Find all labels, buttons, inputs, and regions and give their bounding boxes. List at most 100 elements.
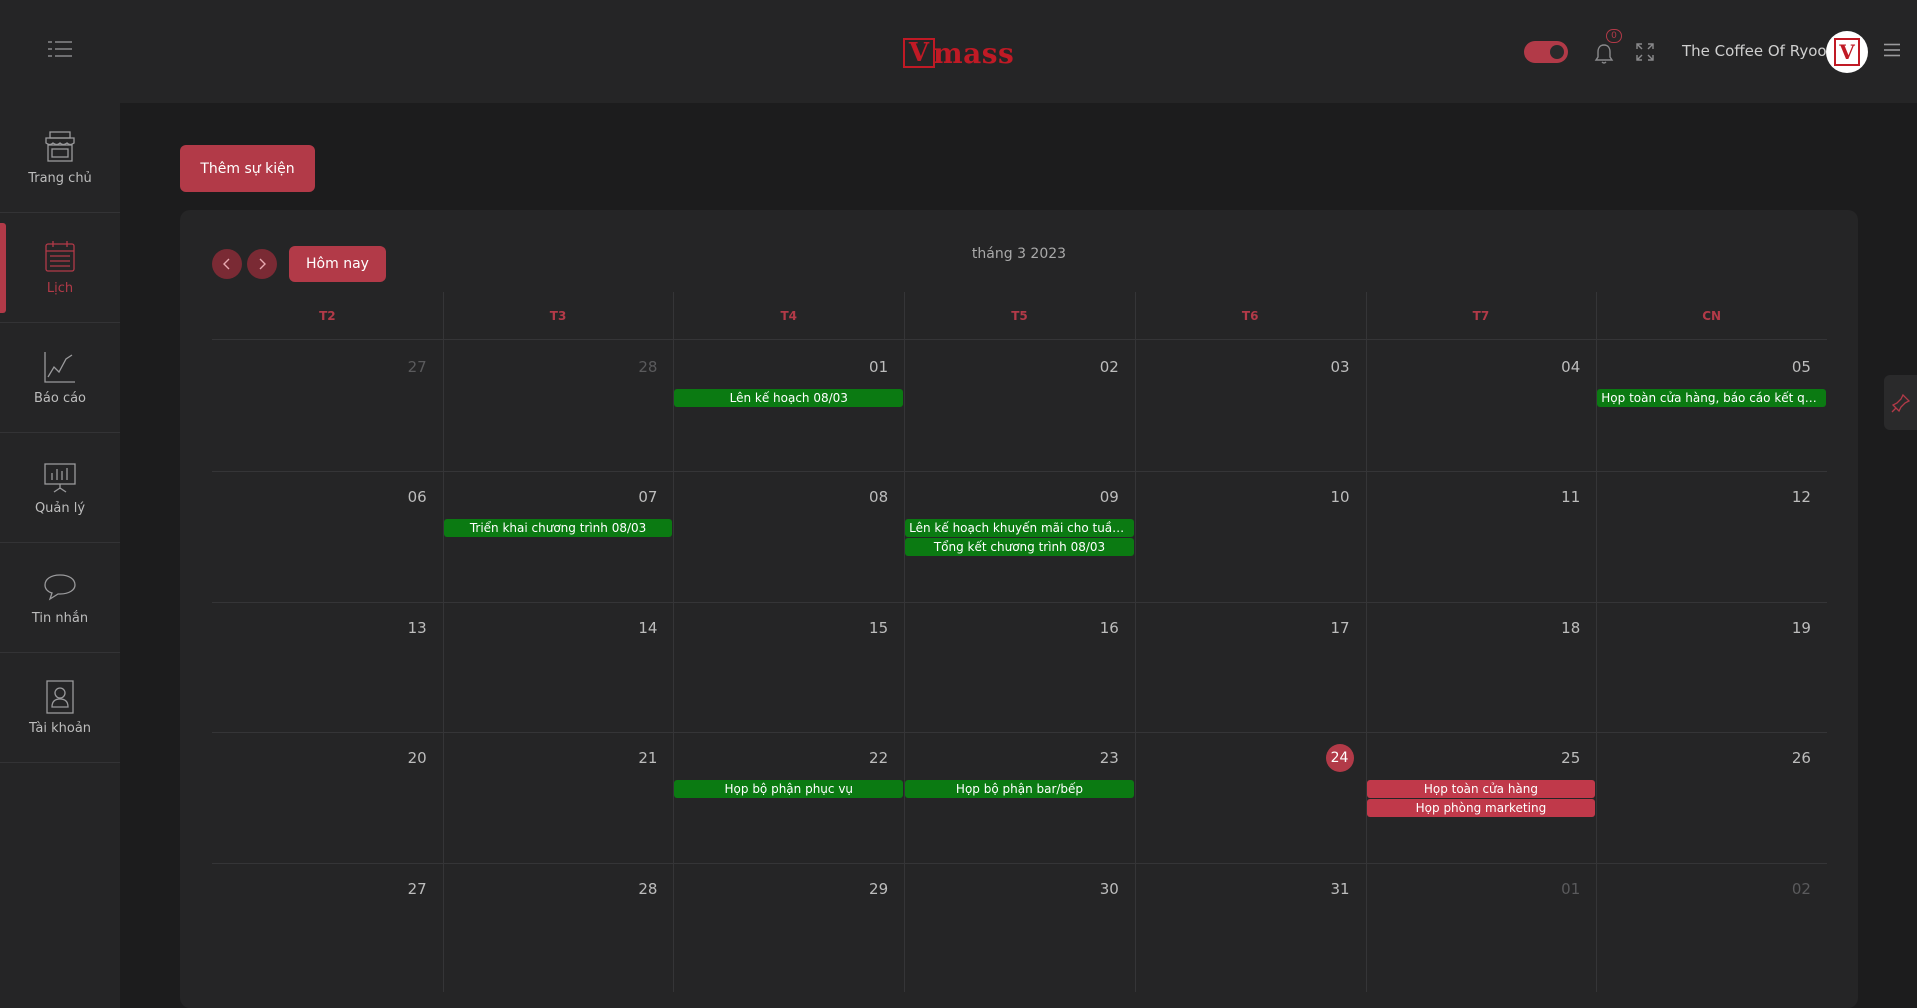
day-number: 20 <box>407 749 427 768</box>
calendar-event[interactable]: Triển khai chương trình 08/03 <box>443 519 673 538</box>
day-number: 19 <box>1791 618 1811 637</box>
day-number: 06 <box>407 488 427 507</box>
top-header: V mass 0 The Coffee Of Ryoo V <box>0 0 1917 103</box>
day-number: 02 <box>1099 358 1119 376</box>
fullscreen-icon[interactable] <box>1635 42 1655 62</box>
calendar-day-cell[interactable]: 18 <box>1366 602 1597 732</box>
calendar-event[interactable]: Họp toàn cửa hàng <box>1366 780 1596 799</box>
bell-icon[interactable] <box>1594 43 1614 65</box>
calendar-nav: Hôm nay <box>212 246 386 282</box>
calendar-day-cell[interactable]: 31 <box>1135 863 1366 993</box>
day-number: 01 <box>1561 879 1581 898</box>
calendar-event[interactable]: Lên kế hoạch khuyến mãi cho tuần 3/t... <box>905 519 1134 538</box>
day-number: 17 <box>1330 618 1350 637</box>
calendar-day-cell[interactable]: 28 <box>443 341 674 471</box>
calendar-event[interactable]: Tổng kết chương trình 08/03 <box>905 538 1134 557</box>
chevron-left-icon <box>223 258 230 270</box>
sidebar-item-label: Trang chủ <box>28 171 92 186</box>
toggle-knob <box>1550 45 1564 59</box>
calendar-day-cell[interactable]: 30 <box>904 863 1135 993</box>
calendar-day-cell[interactable]: 06 <box>212 471 443 601</box>
calendar-day-cell[interactable]: 10 <box>1135 471 1366 601</box>
calendar-day-cell[interactable]: 29 <box>673 863 904 993</box>
calendar-day-cell[interactable]: 11 <box>1366 471 1597 601</box>
sidebar-item-label: Tin nhắn <box>31 611 89 626</box>
calendar-day-cell[interactable]: 17 <box>1135 602 1366 732</box>
sidebar-item-calendar[interactable]: Lịch <box>0 213 120 323</box>
day-number: 03 <box>1330 358 1350 376</box>
calendar-event[interactable]: Họp phòng marketing <box>1366 799 1596 818</box>
account-icon <box>46 680 74 714</box>
presentation-icon <box>44 463 76 493</box>
shop-name[interactable]: The Coffee Of Ryoo <box>1682 42 1827 60</box>
calendar-event[interactable]: Lên kế hoạch 08/03 <box>674 389 904 407</box>
calendar-day-cell[interactable]: 24 <box>1135 732 1366 862</box>
day-number: 25 <box>1561 749 1581 768</box>
calendar-day-cell[interactable]: 15 <box>673 602 904 732</box>
day-number: 28 <box>638 358 658 376</box>
today-button[interactable]: Hôm nay <box>289 246 386 282</box>
sidebar-item-messages[interactable]: Tin nhắn <box>0 543 120 653</box>
day-number: 14 <box>638 618 658 637</box>
day-number: 28 <box>638 879 658 898</box>
brand-logo[interactable]: V mass <box>903 36 1014 70</box>
avatar[interactable]: V <box>1826 31 1868 73</box>
calendar-day-cell[interactable]: 19 <box>1596 602 1827 732</box>
calendar-day-cell[interactable]: 16 <box>904 602 1135 732</box>
day-number: 07 <box>638 488 658 507</box>
day-number: 15 <box>869 618 889 637</box>
calendar-day-cell[interactable]: 08 <box>673 471 904 601</box>
avatar-logo: V <box>1834 38 1860 66</box>
calendar-day-cell[interactable]: 02 <box>904 341 1135 471</box>
calendar-day-cell[interactable]: 27 <box>212 341 443 471</box>
sidebar-item-management[interactable]: Quản lý <box>0 433 120 543</box>
calendar-event[interactable]: Họp bộ phận phục vụ <box>674 780 904 799</box>
calendar-day-cell[interactable]: 21 <box>443 732 674 862</box>
day-number: 23 <box>1099 749 1119 768</box>
calendar-day-cell[interactable]: 02 <box>1596 863 1827 993</box>
day-number: 30 <box>1099 879 1119 898</box>
theme-toggle[interactable] <box>1524 41 1568 63</box>
weekday-header: T6 <box>1241 309 1259 323</box>
day-number: 01 <box>869 358 889 376</box>
chart-icon <box>44 352 75 383</box>
next-month-button[interactable] <box>247 249 277 279</box>
calendar-icon <box>45 241 75 272</box>
calendar-day-cell[interactable]: 26 <box>1596 732 1827 862</box>
logo-letter: V <box>908 38 930 68</box>
sidebar-item-label: Báo cáo <box>33 391 87 406</box>
calendar-day-cell[interactable]: 04 <box>1366 341 1597 471</box>
calendar-day-cell[interactable]: 13 <box>212 602 443 732</box>
day-number: 27 <box>407 879 427 898</box>
calendar-day-cell[interactable]: 01 <box>1366 863 1597 993</box>
calendar-day-cell[interactable]: 03 <box>1135 341 1366 471</box>
calendar-day-cell[interactable]: 20 <box>212 732 443 862</box>
day-number: 22 <box>869 749 889 768</box>
hamburger-menu-icon[interactable] <box>1884 43 1900 57</box>
calendar-grid: T2 T3 T4 T5 T6 T7 CN 27 28 01 02 03 04 05 06 07 08 09 10 1… <box>212 292 1827 992</box>
calendar-event[interactable]: Họp toàn cửa hàng, báo cáo kết quả ki... <box>1597 389 1826 407</box>
chat-icon <box>44 574 76 601</box>
store-icon <box>45 131 75 162</box>
calendar-day-cell[interactable]: 28 <box>443 863 674 993</box>
sidebar-item-reports[interactable]: Báo cáo <box>0 323 120 433</box>
calendar-day-cell[interactable]: 12 <box>1596 471 1827 601</box>
weekday-header-row: T2 T3 T4 T5 T6 T7 CN <box>212 292 1827 340</box>
sidebar-item-home[interactable]: Trang chủ <box>0 103 120 213</box>
calendar-day-cell[interactable]: 14 <box>443 602 674 732</box>
day-number: 02 <box>1791 879 1811 898</box>
day-number: 27 <box>407 358 427 376</box>
day-number: 12 <box>1791 488 1811 507</box>
calendar-event[interactable]: Họp bộ phận bar/bếp <box>905 780 1134 799</box>
calendar-day-cell[interactable]: 27 <box>212 863 443 993</box>
day-number: 09 <box>1099 488 1119 507</box>
prev-month-button[interactable] <box>212 249 242 279</box>
day-number: 05 <box>1791 358 1811 376</box>
pin-tab[interactable] <box>1884 375 1917 430</box>
list-menu-icon[interactable] <box>48 40 72 58</box>
add-event-button[interactable]: Thêm sự kiện <box>180 145 315 192</box>
sidebar-item-account[interactable]: Tài khoản <box>0 653 120 763</box>
sidebar-item-label: Tài khoản <box>28 721 92 736</box>
day-number: 13 <box>407 618 427 637</box>
weekday-header: T3 <box>549 309 567 323</box>
